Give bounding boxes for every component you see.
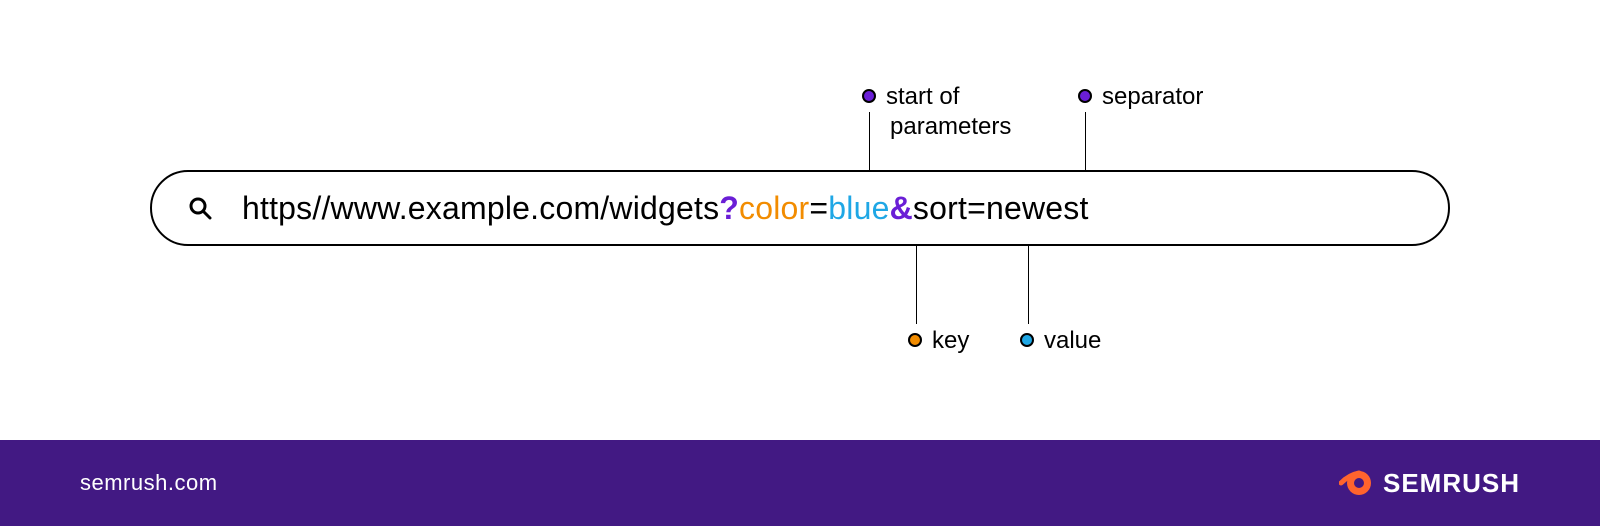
dot-icon — [1020, 333, 1034, 347]
annotation-text: parameters — [890, 113, 1011, 140]
footer-brand: SEMRUSH — [1339, 466, 1520, 500]
url-amp: & — [890, 190, 913, 227]
dot-icon — [1078, 89, 1092, 103]
url-qmark: ? — [719, 190, 739, 227]
url-bar: https//www.example.com/widgets ? color =… — [150, 170, 1450, 246]
connector-line — [869, 112, 870, 172]
url-key: color — [739, 190, 809, 227]
annotation-key: key — [908, 326, 969, 356]
url-value: blue — [828, 190, 889, 227]
annotation-value: value — [1020, 326, 1101, 356]
diagram-canvas: start of parameters separator https//www… — [0, 0, 1600, 526]
dot-icon — [862, 89, 876, 103]
search-icon — [188, 196, 212, 220]
connector-line — [1085, 112, 1086, 172]
connector-line — [1028, 246, 1029, 324]
footer-site: semrush.com — [80, 470, 218, 496]
annotation-separator: separator — [1078, 82, 1203, 112]
dot-icon — [908, 333, 922, 347]
annotation-text: separator — [1102, 83, 1203, 110]
annotation-text: start of — [886, 83, 959, 110]
brand-word: SEMRUSH — [1383, 468, 1520, 499]
annotation-text: key — [932, 327, 969, 354]
url-base: https//www.example.com/widgets — [242, 190, 719, 227]
url-text: https//www.example.com/widgets ? color =… — [242, 190, 1089, 227]
url-equals: = — [809, 190, 828, 227]
flame-icon — [1339, 466, 1373, 500]
url-rest: sort=newest — [913, 190, 1089, 227]
footer: semrush.com SEMRUSH — [0, 440, 1600, 526]
annotation-text: value — [1044, 327, 1101, 354]
connector-line — [916, 246, 917, 324]
annotation-start-of-parameters: start of parameters — [862, 82, 1011, 142]
